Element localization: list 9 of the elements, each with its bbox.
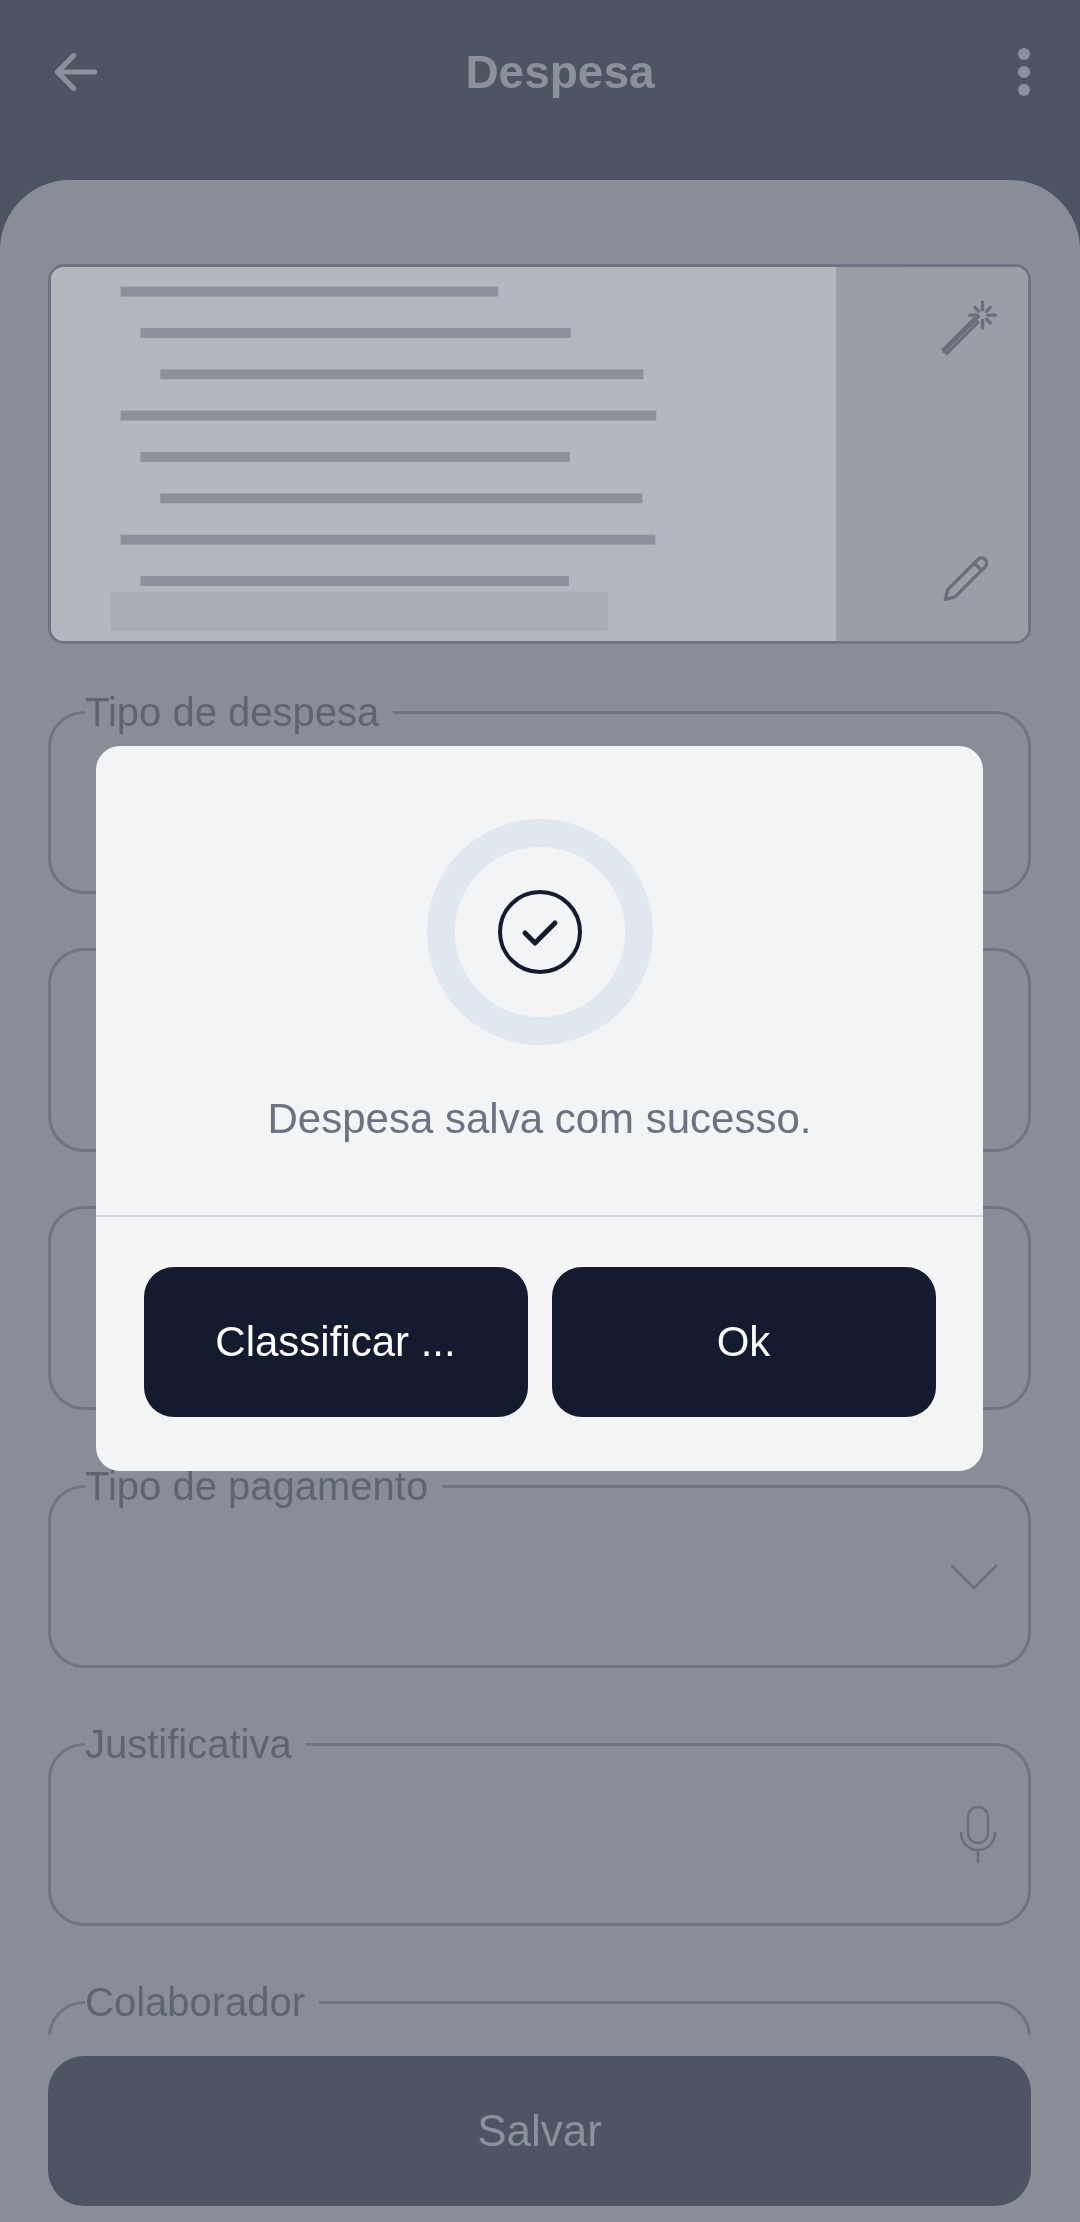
page-title: Despesa: [465, 45, 655, 99]
save-button[interactable]: Salvar: [48, 2056, 1031, 2206]
more-icon: [1016, 46, 1032, 98]
success-check-icon: [426, 819, 653, 1045]
dialog-message: Despesa salva com sucesso.: [267, 1094, 812, 1144]
ok-button[interactable]: Ok: [551, 1267, 936, 1417]
chevron-down-icon: [950, 1563, 998, 1590]
microphone-icon: [958, 1804, 998, 1865]
classify-button[interactable]: Classificar ...: [143, 1267, 528, 1417]
